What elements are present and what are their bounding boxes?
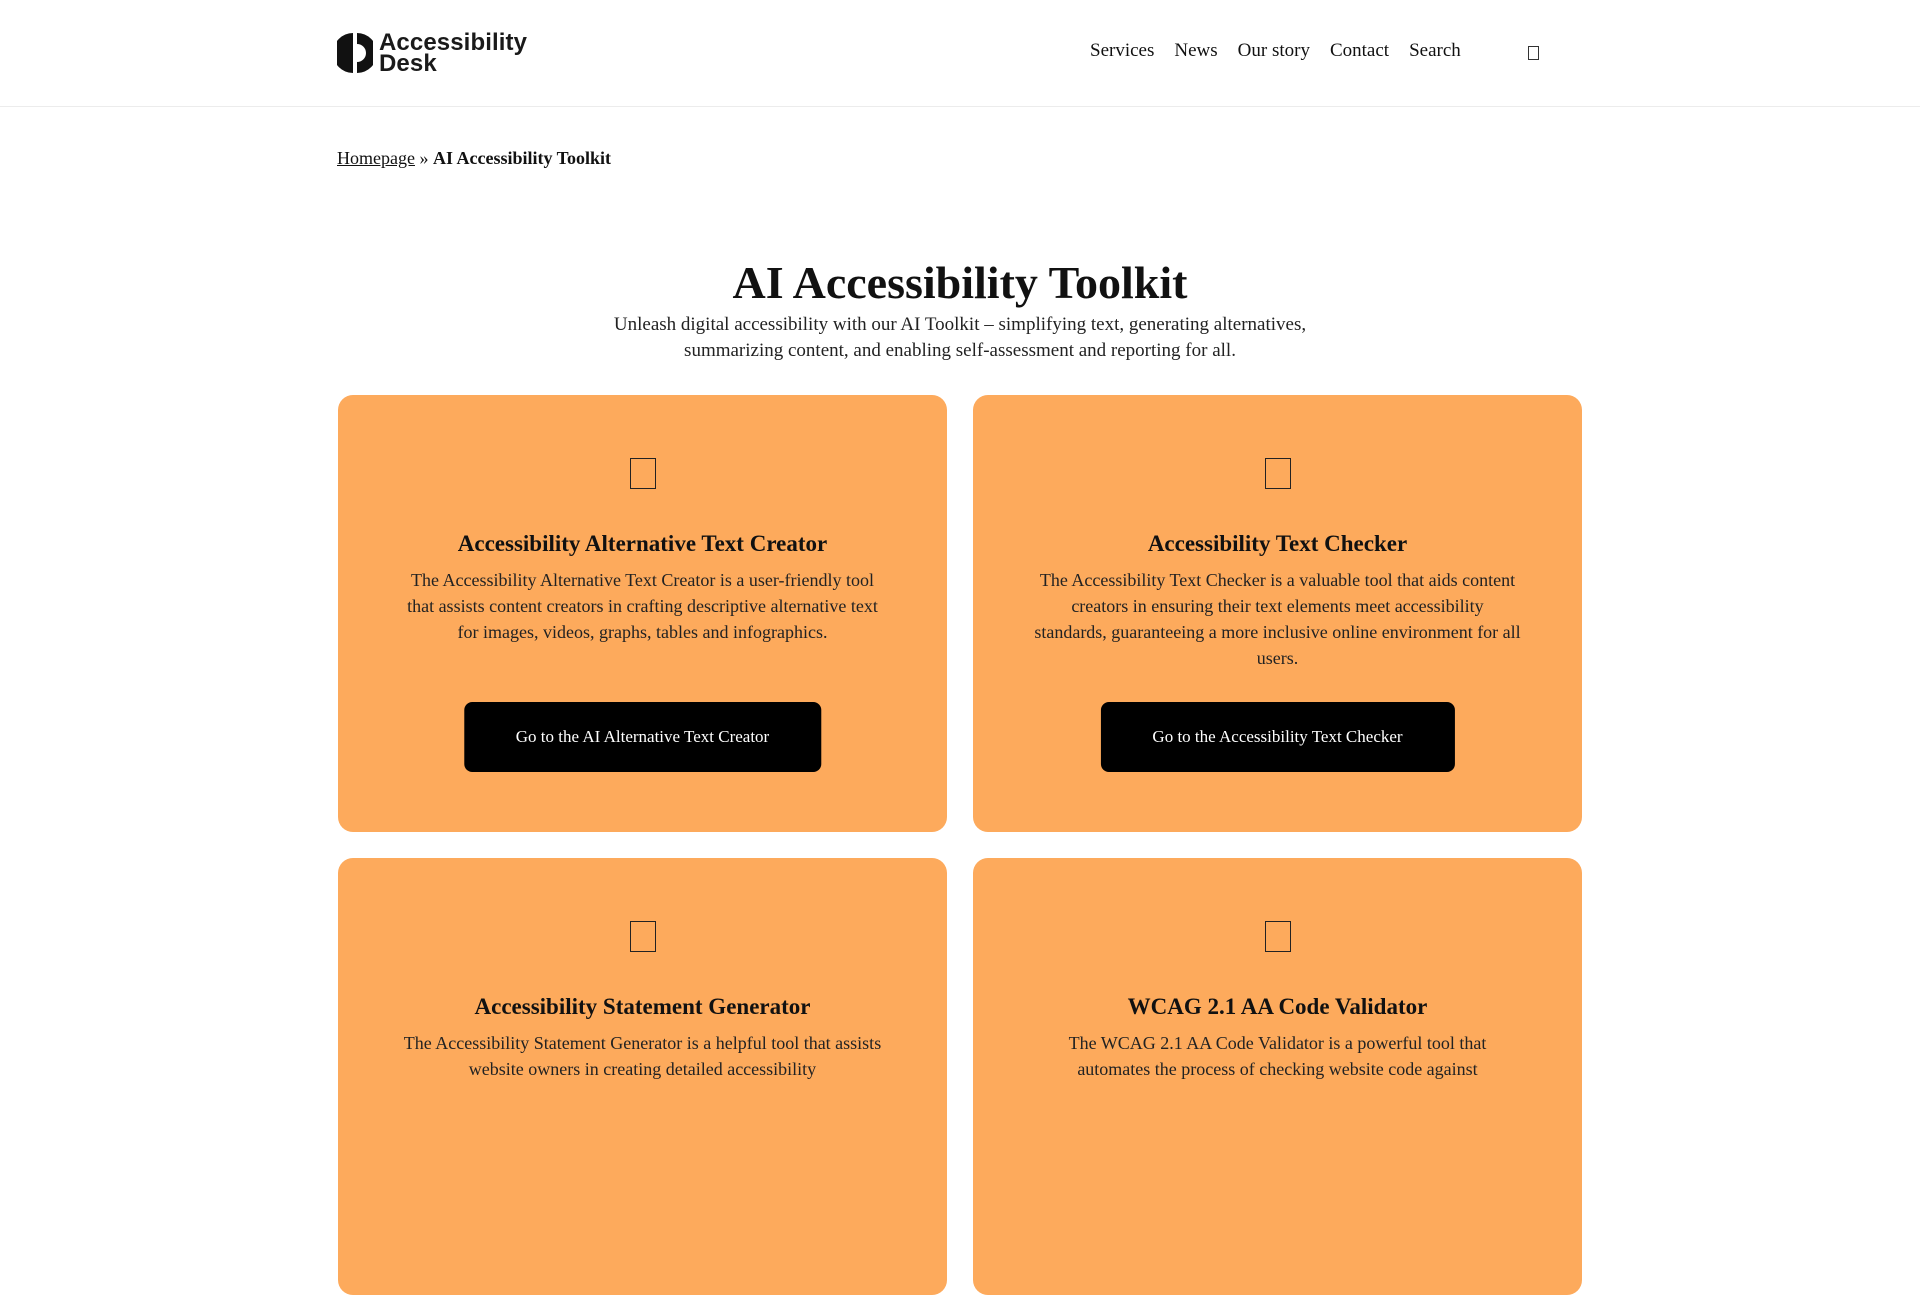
tool-card-code-validator: WCAG 2.1 AA Code Validator The WCAG 2.1 … — [973, 858, 1582, 1295]
page-subtitle: Unleash digital accessibility with our A… — [613, 314, 1307, 361]
site-header: Accessibility Desk Services News Our sto… — [0, 0, 1920, 107]
breadcrumb-current: AI Accessibility Toolkit — [432, 148, 611, 168]
tool-icon — [629, 921, 656, 952]
tool-icon — [629, 458, 656, 489]
tool-icon — [1264, 458, 1291, 489]
breadcrumb-home-link[interactable]: Homepage — [337, 148, 415, 168]
card-title: Accessibility Text Checker — [1147, 531, 1408, 556]
tool-icon — [1264, 921, 1291, 952]
menu-icon[interactable] — [1528, 46, 1539, 60]
brand-name-line2: Desk — [379, 50, 437, 77]
main-nav: Services News Our story Contact Search — [1090, 40, 1461, 62]
text-checker-button[interactable]: Go to the Accessibility Text Checker — [1100, 702, 1455, 772]
logo-icon — [337, 33, 373, 73]
card-description: The Accessibility Text Checker is a valu… — [1034, 570, 1521, 668]
card-title: Accessibility Statement Generator — [474, 994, 811, 1019]
tool-card-text-checker: Accessibility Text Checker The Accessibi… — [973, 395, 1582, 832]
brand-name: Accessibility Desk — [379, 31, 527, 77]
alt-text-creator-button[interactable]: Go to the AI Alternative Text Creator — [463, 702, 822, 772]
card-title: Accessibility Alternative Text Creator — [457, 531, 828, 556]
nav-item-contact[interactable]: Contact — [1330, 40, 1389, 62]
tool-card-alt-text-creator: Accessibility Alternative Text Creator T… — [338, 395, 947, 832]
page-title: AI Accessibility Toolkit — [732, 257, 1188, 308]
nav-item-news[interactable]: News — [1174, 40, 1217, 62]
nav-item-services[interactable]: Services — [1090, 40, 1154, 62]
card-title: WCAG 2.1 AA Code Validator — [1127, 994, 1428, 1019]
tool-card-statement-generator: Accessibility Statement Generator The Ac… — [338, 858, 947, 1295]
card-description: The WCAG 2.1 AA Code Validator is a powe… — [1068, 1033, 1487, 1079]
breadcrumb-separator: » — [419, 148, 429, 168]
card-description: The Accessibility Statement Generator is… — [403, 1033, 882, 1079]
card-description: The Accessibility Alternative Text Creat… — [407, 570, 878, 642]
toolkit-card-grid: Accessibility Alternative Text Creator T… — [338, 395, 1583, 1295]
brand-logo-link[interactable]: Accessibility Desk — [337, 30, 527, 76]
breadcrumb: Homepage » AI Accessibility Toolkit — [337, 148, 611, 169]
nav-item-our-story[interactable]: Our story — [1238, 40, 1310, 62]
nav-item-search[interactable]: Search — [1409, 40, 1461, 62]
